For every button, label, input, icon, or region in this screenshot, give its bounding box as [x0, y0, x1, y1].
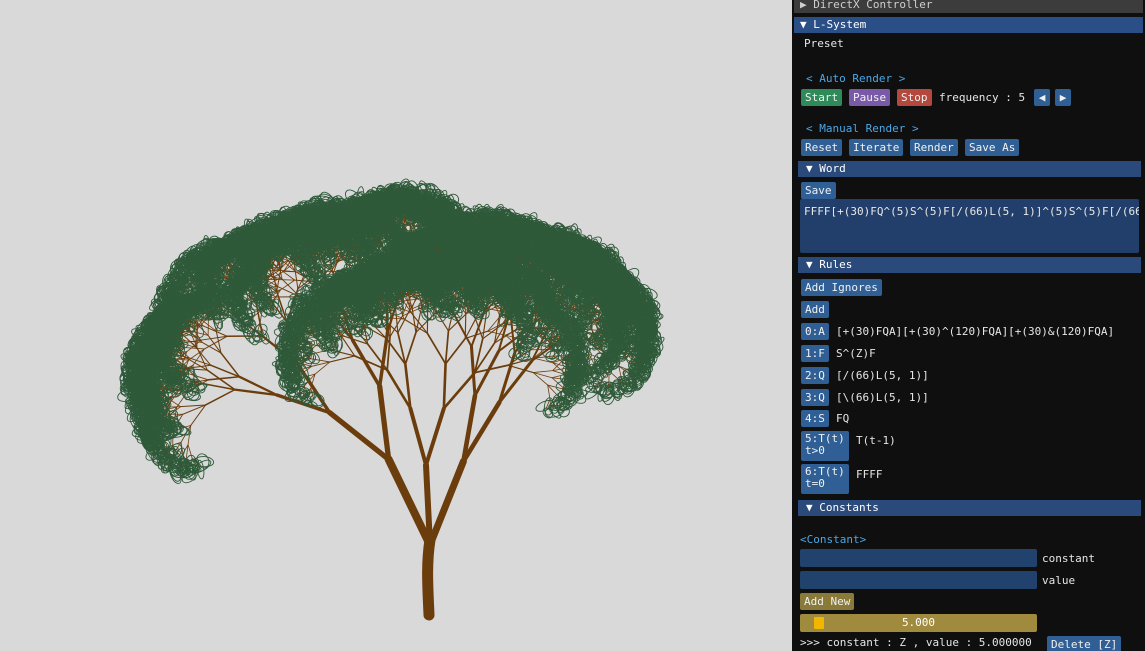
branch	[183, 347, 205, 350]
branch	[204, 388, 236, 406]
branch	[276, 279, 296, 281]
tree-trunk	[422, 534, 436, 621]
branch	[201, 341, 222, 354]
branch	[377, 383, 392, 463]
branch	[161, 406, 181, 408]
branch	[280, 279, 296, 291]
branch	[426, 457, 467, 549]
tree-render	[117, 178, 665, 621]
branch	[326, 409, 392, 463]
branch	[377, 330, 390, 389]
branch	[207, 376, 241, 381]
render-viewport[interactable]	[0, 0, 792, 651]
branch	[351, 338, 382, 389]
